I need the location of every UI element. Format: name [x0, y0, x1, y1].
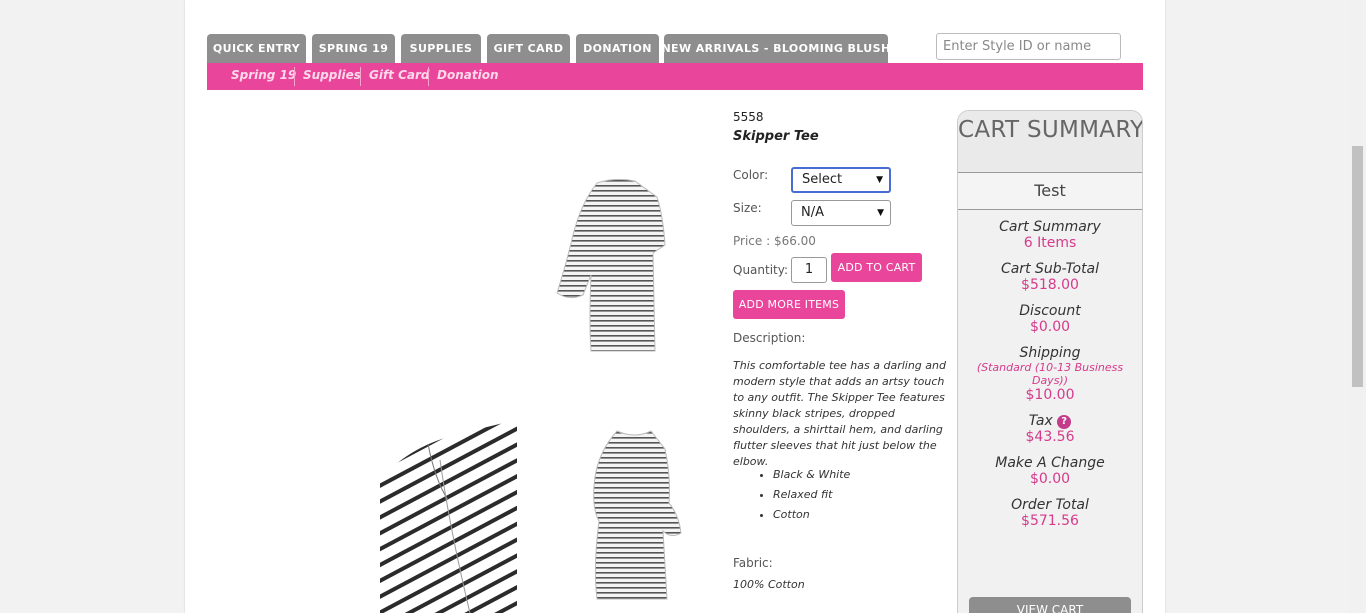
subnav-divider	[294, 67, 295, 86]
product-thumbnail-back[interactable]	[555, 175, 673, 353]
description-label: Description:	[733, 331, 806, 345]
product-main-image[interactable]	[380, 420, 517, 613]
tab-quick-entry[interactable]: QUICK ENTRY	[207, 34, 306, 63]
fabric-value: 100% Cotton	[733, 578, 805, 591]
cart-items-count: 6 Items	[1023, 235, 1077, 251]
discount-row: Discount $0.00	[958, 303, 1142, 335]
view-cart-button[interactable]: VIEW CART	[969, 597, 1131, 613]
cart-subtotal-row: Cart Sub-Total $518.00	[958, 261, 1142, 293]
list-item: Cotton	[773, 505, 850, 525]
cart-summary-title: CART SUMMARY	[958, 111, 1142, 172]
color-select[interactable]: Select ▼	[791, 167, 891, 193]
tab-supplies[interactable]: SUPPLIES	[401, 34, 481, 63]
help-icon[interactable]: ?	[1057, 415, 1072, 429]
tab-spring-19[interactable]: SPRING 19	[312, 34, 395, 63]
subnav-donation[interactable]: Donation	[437, 63, 498, 90]
tab-new-arrivals[interactable]: NEW ARRIVALS - BLOOMING BLUSH	[661, 34, 890, 63]
list-item: Black & White	[773, 465, 850, 485]
cart-summary-label: Cart Summary	[999, 219, 1101, 235]
style-id: 5558	[733, 110, 764, 124]
cart-summary-panel: CART SUMMARY Test Cart Summary 6 Items C…	[957, 110, 1143, 613]
style-search-input[interactable]	[936, 33, 1121, 60]
size-select[interactable]: N/A ▼	[791, 200, 891, 226]
subnav-supplies[interactable]: Supplies	[303, 63, 361, 90]
size-label: Size:	[733, 201, 762, 215]
add-to-cart-button[interactable]: ADD TO CART	[831, 253, 922, 282]
order-total-label: Order Total	[1011, 497, 1089, 513]
subnav-spring-19[interactable]: Spring 19	[231, 63, 296, 90]
shipping-row: Shipping (Standard (10-13 Business Days)…	[958, 345, 1142, 403]
tab-gift-card[interactable]: GIFT CARD	[487, 34, 570, 63]
make-a-change-row: Make A Change $0.00	[958, 455, 1142, 487]
shipping-value: $10.00	[1025, 387, 1075, 403]
scrollbar-thumb[interactable]	[1352, 146, 1363, 387]
fabric-label: Fabric:	[733, 556, 773, 570]
subnav-divider	[428, 67, 429, 86]
shipping-method: (Standard (10-13 Business Days))	[976, 361, 1124, 387]
page: QUICK ENTRY SPRING 19 SUPPLIES GIFT CARD…	[185, 0, 1165, 613]
color-label: Color:	[733, 168, 769, 182]
make-a-change-value: $0.00	[1029, 471, 1071, 487]
cart-subtotal-value: $518.00	[1021, 277, 1079, 293]
size-select-value: N/A	[801, 205, 824, 220]
list-item: Relaxed fit	[773, 485, 850, 505]
tab-donation[interactable]: DONATION	[576, 34, 659, 63]
cart-subtotal-label: Cart Sub-Total	[1000, 261, 1100, 277]
tax-label-line: Tax ?	[958, 413, 1142, 429]
product-description: This comfortable tee has a darling and m…	[733, 359, 946, 468]
product-price: Price : $66.00	[733, 234, 816, 248]
page-scrollbar[interactable]	[1349, 0, 1366, 613]
dropdown-arrow-icon: ▼	[877, 208, 884, 218]
subnav-divider	[360, 67, 361, 86]
cart-items-row: Cart Summary 6 Items	[958, 219, 1142, 251]
quantity-label: Quantity:	[733, 263, 789, 277]
subnav-gift-card[interactable]: Gift Card	[369, 63, 430, 90]
discount-label: Discount	[1019, 303, 1081, 319]
discount-value: $0.00	[1029, 319, 1071, 335]
order-total-row: Order Total $571.56	[958, 497, 1142, 529]
sub-navigation: Spring 19 Supplies Gift Card Donation	[207, 63, 1143, 90]
add-more-items-button[interactable]: ADD MORE ITEMS	[733, 290, 845, 319]
shipping-label: Shipping	[1019, 345, 1081, 361]
order-total-value: $571.56	[1021, 513, 1079, 529]
tax-row: Tax ? $43.56	[958, 413, 1142, 445]
tax-label: Tax	[1028, 413, 1053, 429]
cart-user-name: Test	[958, 172, 1142, 210]
tax-value: $43.56	[1025, 429, 1075, 445]
make-a-change-label: Make A Change	[995, 455, 1105, 471]
feature-list: Black & White Relaxed fit Cotton	[773, 465, 850, 525]
dropdown-arrow-icon: ▼	[876, 175, 883, 185]
product-thumbnail-side[interactable]	[579, 427, 683, 603]
color-select-value: Select	[802, 172, 843, 187]
product-name: Skipper Tee	[733, 129, 819, 144]
quantity-input[interactable]: 1	[791, 257, 827, 283]
